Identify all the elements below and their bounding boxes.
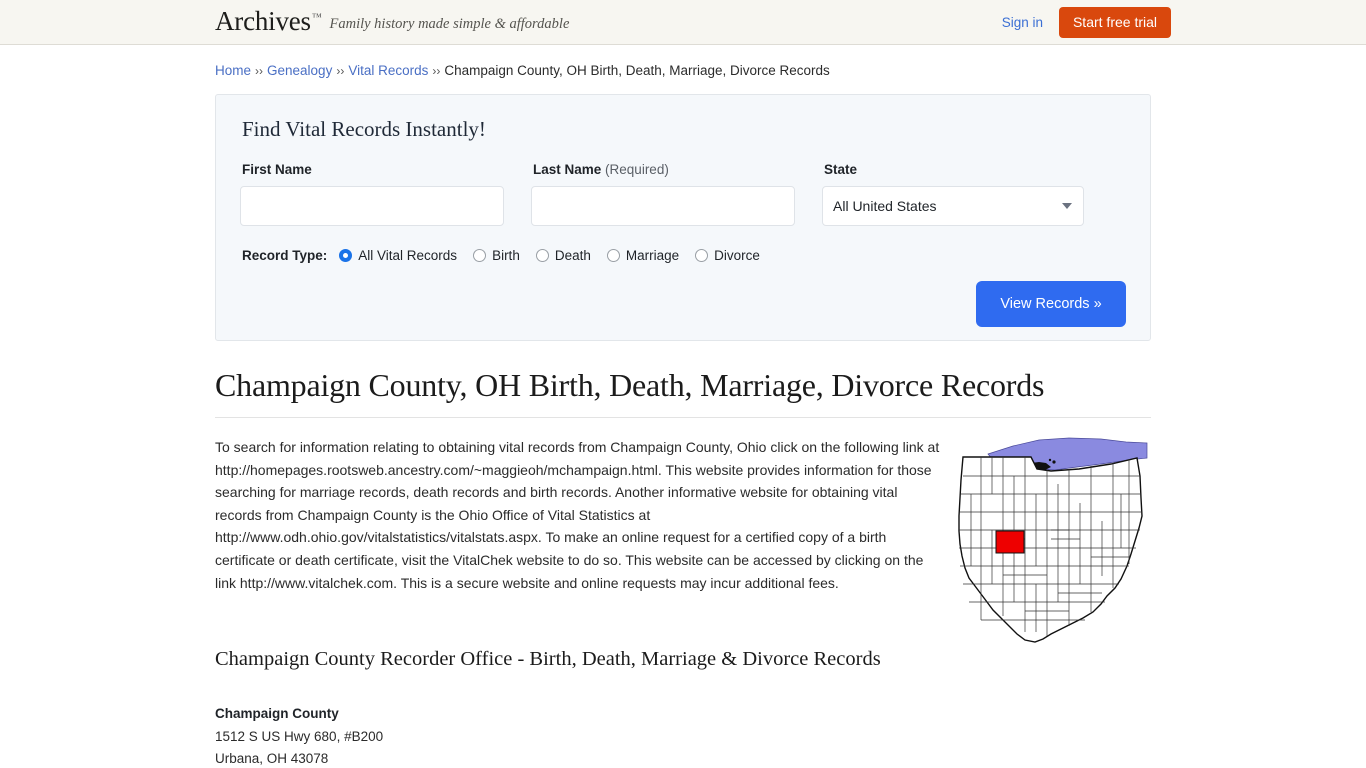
radio-icon-marriage[interactable] xyxy=(606,249,620,262)
header-inner: Archives™ Family history made simple & a… xyxy=(215,0,1171,44)
state-select[interactable]: All United States xyxy=(822,186,1084,226)
last-name-required-note: (Required) xyxy=(605,162,669,177)
address-city-state-zip: Urbana, OH 43078 xyxy=(215,751,329,767)
address-street: 1512 S US Hwy 680, #B200 xyxy=(215,728,384,744)
radio-all-vital-records[interactable]: All Vital Records xyxy=(339,248,457,263)
radio-label-divorce: Divorce xyxy=(714,248,760,263)
site-logo-text: Archives xyxy=(215,5,311,36)
lake-island xyxy=(1048,458,1052,462)
sign-in-link[interactable]: Sign in xyxy=(1002,15,1043,30)
radio-death[interactable]: Death xyxy=(535,248,591,263)
breadcrumb-separator: ›› xyxy=(255,64,264,78)
vital-records-search-panel: Find Vital Records Instantly! First Name… xyxy=(215,94,1151,341)
state-field-group: State All United States xyxy=(822,162,1084,226)
radio-icon-birth[interactable] xyxy=(473,249,487,262)
trademark-symbol: ™ xyxy=(311,11,322,23)
ohio-county-map xyxy=(951,436,1151,651)
view-records-row: View Records » xyxy=(240,281,1126,327)
first-name-field-group: First Name xyxy=(240,162,504,226)
record-type-row: Record Type: All Vital Records Birth Dea… xyxy=(242,248,1126,263)
radio-label-marriage: Marriage xyxy=(625,248,680,263)
address-county-name: Champaign County xyxy=(215,706,339,722)
breadcrumb-separator: ›› xyxy=(432,64,441,78)
breadcrumb: Home ›› Genealogy ›› Vital Records ›› Champaig… xyxy=(215,45,1151,78)
state-label: State xyxy=(824,162,858,177)
radio-icon-divorce[interactable] xyxy=(695,249,709,262)
radio-label-death: Death xyxy=(554,248,591,263)
breadcrumb-item-current: Champaign County, OH Birth, Death, Marri… xyxy=(444,63,830,78)
state-select-wrap: All United States xyxy=(822,186,1084,226)
breadcrumb-item-vital-records[interactable]: Vital Records xyxy=(348,63,428,78)
site-header: Archives™ Family history made simple & a… xyxy=(0,0,1366,45)
page-title: Champaign County, OH Birth, Death, Marri… xyxy=(215,367,1151,418)
site-tagline: Family history made simple & affordable xyxy=(329,15,570,32)
breadcrumb-separator: ›› xyxy=(336,64,345,78)
radio-icon-death[interactable] xyxy=(535,249,549,262)
breadcrumb-item-home[interactable]: Home xyxy=(215,63,251,78)
last-name-field-group: Last Name (Required) xyxy=(531,162,795,226)
header-actions: Sign in Start free trial xyxy=(1002,0,1171,44)
record-type-label: Record Type: xyxy=(242,248,328,263)
last-name-label: Last Name (Required) xyxy=(533,162,795,177)
search-panel-title: Find Vital Records Instantly! xyxy=(242,117,486,141)
recorder-office-address: Champaign County 1512 S US Hwy 680, #B20… xyxy=(215,703,1151,768)
last-name-input[interactable] xyxy=(531,186,795,226)
site-logo[interactable]: Archives™ xyxy=(215,5,322,36)
lake-island xyxy=(1052,460,1056,464)
ohio-map-svg xyxy=(958,437,1148,643)
search-field-row: First Name Last Name (Required) State Al… xyxy=(240,162,1126,226)
champaign-county-highlight xyxy=(995,530,1025,554)
last-name-label-text: Last Name xyxy=(533,162,602,177)
radio-marriage[interactable]: Marriage xyxy=(606,248,680,263)
recorder-office-heading: Champaign County Recorder Office - Birth… xyxy=(215,648,881,671)
start-free-trial-button[interactable]: Start free trial xyxy=(1058,6,1171,38)
page-container: Home ›› Genealogy ›› Vital Records ›› Champaig… xyxy=(215,45,1151,768)
radio-icon-all-vital-records[interactable] xyxy=(339,249,353,262)
ohio-state-outline xyxy=(958,456,1143,643)
breadcrumb-item-genealogy[interactable]: Genealogy xyxy=(267,63,332,78)
content-area: To search for information relating to ob… xyxy=(215,436,1151,768)
radio-birth[interactable]: Birth xyxy=(473,248,520,263)
radio-label-all-vital-records: All Vital Records xyxy=(358,248,458,263)
radio-label-birth: Birth xyxy=(492,248,520,263)
radio-divorce[interactable]: Divorce xyxy=(695,248,760,263)
first-name-input[interactable] xyxy=(240,186,504,226)
first-name-label: First Name xyxy=(242,162,312,177)
view-records-button[interactable]: View Records » xyxy=(976,281,1126,327)
